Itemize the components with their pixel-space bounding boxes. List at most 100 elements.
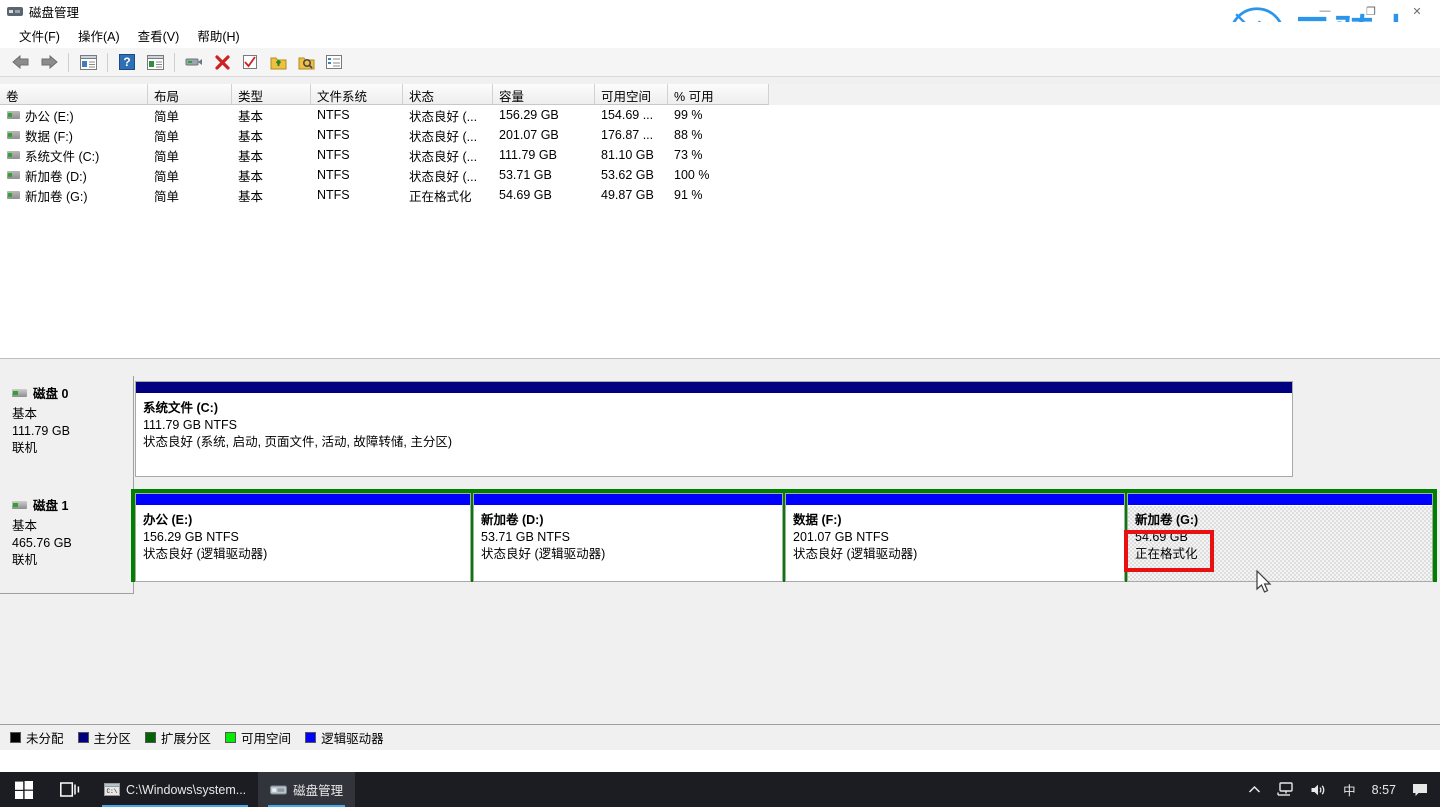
volume-column-header-1[interactable]: 布局 xyxy=(148,84,232,105)
partition-0-0[interactable]: 系统文件 (C:)111.79 GB NTFS状态良好 (系统, 启动, 页面文… xyxy=(135,381,1293,477)
partition-status: 状态良好 (逻辑驱动器) xyxy=(143,546,470,563)
menu-help[interactable]: 帮助(H) xyxy=(188,23,248,48)
volume-label: 办公 (E:) xyxy=(25,106,74,125)
legend-item-0: 未分配 xyxy=(10,728,64,747)
task-view-icon[interactable] xyxy=(48,772,92,807)
disk-management-icon xyxy=(7,4,23,18)
legend-item-4: 逻辑驱动器 xyxy=(305,728,384,747)
taskbar-item-cmd-label: C:\Windows\system... xyxy=(126,783,246,797)
volume-column-header-4[interactable]: 状态 xyxy=(403,84,493,105)
start-icon[interactable] xyxy=(0,772,48,807)
volume-column-header-6[interactable]: 可用空间 xyxy=(595,84,668,105)
disk-info-1[interactable]: 磁盘 1基本465.76 GB联机 xyxy=(0,488,134,594)
search-icon[interactable] xyxy=(293,50,319,74)
show-hidden-icons-chevron[interactable] xyxy=(1240,772,1269,807)
volume-capacity-cell: 53.71 GB xyxy=(493,168,595,182)
volume-pct-cell: 99 % xyxy=(668,108,769,122)
volume-pct-cell: 91 % xyxy=(668,188,769,202)
table-row[interactable]: 系统文件 (C:)简单基本NTFS状态良好 (...111.79 GB81.10… xyxy=(0,145,1440,165)
disk-row-0: 磁盘 0基本111.79 GB联机系统文件 (C:)111.79 GB NTFS… xyxy=(0,376,1440,489)
partition-title: 系统文件 (C:) xyxy=(143,400,1292,417)
network-icon[interactable] xyxy=(1269,772,1302,807)
volume-column-header-0[interactable]: 卷 xyxy=(0,84,148,105)
close-button[interactable]: ✕ xyxy=(1394,0,1440,22)
toolbar-separator xyxy=(68,53,69,72)
partition-1-3[interactable]: 新加卷 (G:)54.69 GB正在格式化 xyxy=(1127,493,1433,582)
volume-list-header: 卷布局类型文件系统状态容量可用空间% 可用 xyxy=(0,84,1440,105)
volume-column-header-2[interactable]: 类型 xyxy=(232,84,311,105)
properties-icon[interactable] xyxy=(181,50,207,74)
disk-title: 磁盘 0 xyxy=(12,383,133,402)
drive-icon xyxy=(7,191,20,199)
legend-label: 扩展分区 xyxy=(161,728,211,747)
disk-row-1: 磁盘 1基本465.76 GB联机办公 (E:)156.29 GB NTFS状态… xyxy=(0,488,1440,594)
ime-indicator[interactable]: 中 xyxy=(1335,772,1364,807)
volume-free-cell: 49.87 GB xyxy=(595,188,668,202)
show-hide-action-pane-icon[interactable] xyxy=(142,50,168,74)
disk-management-window: 磁盘管理 — ❐ ✕ 云骑士 文件(F) 操作(A) 查看(V) 帮助(H) xyxy=(0,0,1440,807)
volume-column-header-7[interactable]: % 可用 xyxy=(668,84,769,105)
table-row[interactable]: 办公 (E:)简单基本NTFS状态良好 (...156.29 GB154.69 … xyxy=(0,105,1440,125)
window-title: 磁盘管理 xyxy=(29,2,79,21)
disk-state: 联机 xyxy=(12,552,133,569)
volume-name-cell: 新加卷 (G:) xyxy=(0,186,148,205)
disk-name: 磁盘 1 xyxy=(33,495,68,514)
svg-text:?: ? xyxy=(123,55,130,69)
volume-free-cell: 176.87 ... xyxy=(595,128,668,142)
partition-status: 状态良好 (系统, 启动, 页面文件, 活动, 故障转储, 主分区) xyxy=(143,434,1292,451)
table-row[interactable]: 新加卷 (G:)简单基本NTFS正在格式化54.69 GB49.87 GB91 … xyxy=(0,185,1440,205)
disk-type: 基本 xyxy=(12,518,133,535)
back-icon[interactable] xyxy=(8,50,34,74)
table-row[interactable]: 新加卷 (D:)简单基本NTFS状态良好 (...53.71 GB53.62 G… xyxy=(0,165,1440,185)
volume-capacity-cell: 54.69 GB xyxy=(493,188,595,202)
menu-action[interactable]: 操作(A) xyxy=(69,23,129,48)
volume-layout-cell: 简单 xyxy=(148,126,232,145)
volume-type-cell: 基本 xyxy=(232,146,311,165)
volume-name-cell: 数据 (F:) xyxy=(0,126,148,145)
notification-icon[interactable] xyxy=(1404,772,1436,807)
rescan-disks-icon[interactable] xyxy=(265,50,291,74)
taskbar: C:\ C:\Windows\system... 磁盘管理 xyxy=(0,772,1440,807)
volume-free-cell: 154.69 ... xyxy=(595,108,668,122)
menu-file[interactable]: 文件(F) xyxy=(10,23,69,48)
legend-item-1: 主分区 xyxy=(78,728,132,747)
taskbar-item-disk-management[interactable]: 磁盘管理 xyxy=(258,772,355,807)
disk-name: 磁盘 0 xyxy=(33,383,68,402)
show-hide-console-tree-icon[interactable] xyxy=(75,50,101,74)
volume-name-cell: 办公 (E:) xyxy=(0,106,148,125)
disk-state: 联机 xyxy=(12,440,133,457)
volume-column-header-5[interactable]: 容量 xyxy=(493,84,595,105)
volume-pct-cell: 88 % xyxy=(668,128,769,142)
disk-icon xyxy=(12,501,27,509)
delete-icon[interactable] xyxy=(209,50,235,74)
menu-view[interactable]: 查看(V) xyxy=(129,23,189,48)
volume-fs-cell: NTFS xyxy=(311,108,403,122)
menu-bar: 文件(F) 操作(A) 查看(V) 帮助(H) xyxy=(0,22,1440,48)
volume-icon[interactable] xyxy=(1302,772,1335,807)
forward-icon[interactable] xyxy=(36,50,62,74)
volume-column-header-3[interactable]: 文件系统 xyxy=(311,84,403,105)
volume-label: 新加卷 (D:) xyxy=(25,166,87,185)
partition-color-bar xyxy=(1128,494,1432,506)
partition-title: 新加卷 (D:) xyxy=(481,512,782,529)
drive-icon xyxy=(7,171,20,179)
disk-info-0[interactable]: 磁盘 0基本111.79 GB联机 xyxy=(0,376,134,489)
partition-area-1: 办公 (E:)156.29 GB NTFS状态良好 (逻辑驱动器)新加卷 (D:… xyxy=(134,488,1440,594)
window-controls: — ❐ ✕ xyxy=(1302,0,1440,22)
partition-1-0[interactable]: 办公 (E:)156.29 GB NTFS状态良好 (逻辑驱动器) xyxy=(135,493,471,582)
list-view-icon[interactable] xyxy=(321,50,347,74)
minimize-button[interactable]: — xyxy=(1302,0,1348,22)
partition-status: 正在格式化 xyxy=(1135,546,1432,563)
maximize-button[interactable]: ❐ xyxy=(1348,0,1394,22)
taskbar-clock[interactable]: 8:57 xyxy=(1364,772,1404,807)
toolbar: ? xyxy=(0,48,1440,77)
taskbar-item-cmd[interactable]: C:\ C:\Windows\system... xyxy=(92,772,258,807)
volume-fs-cell: NTFS xyxy=(311,188,403,202)
table-row[interactable]: 数据 (F:)简单基本NTFS状态良好 (...201.07 GB176.87 … xyxy=(0,125,1440,145)
status-filler xyxy=(0,750,1440,772)
partition-1-1[interactable]: 新加卷 (D:)53.71 GB NTFS状态良好 (逻辑驱动器) xyxy=(473,493,783,582)
refresh-icon[interactable] xyxy=(237,50,263,74)
volume-list-body: 办公 (E:)简单基本NTFS状态良好 (...156.29 GB154.69 … xyxy=(0,105,1440,205)
help-icon[interactable]: ? xyxy=(114,50,140,74)
partition-1-2[interactable]: 数据 (F:)201.07 GB NTFS状态良好 (逻辑驱动器) xyxy=(785,493,1125,582)
